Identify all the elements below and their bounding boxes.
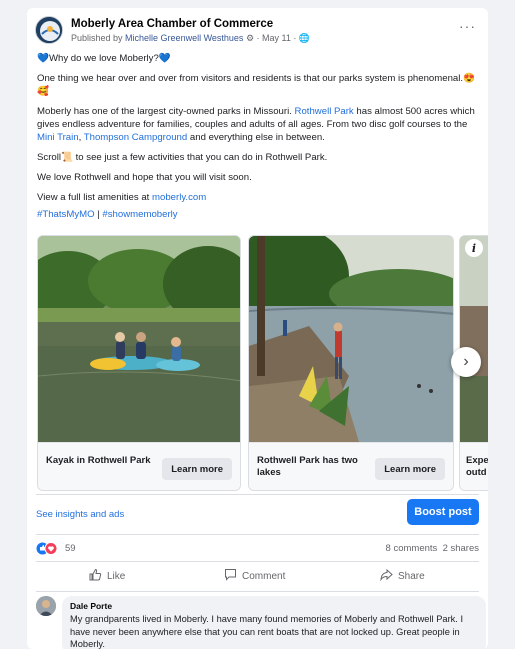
body-line-2: One thing we hear over and over from vis…	[37, 73, 476, 97]
carousel-next-button[interactable]: ›	[451, 347, 481, 377]
carousel-item-footer: Kayak in Rothwell Park Learn more	[38, 442, 240, 490]
comment-icon	[224, 568, 237, 584]
share-button[interactable]: Share	[380, 567, 425, 585]
author-link[interactable]: Michelle Greenwell Westhues	[125, 33, 243, 43]
carousel-item-footer: Expe outd	[460, 442, 488, 490]
carousel[interactable]: Kayak in Rothwell Park Learn more Rothwe…	[37, 235, 488, 493]
thompson-campground-link[interactable]: Thompson Campground	[84, 132, 187, 143]
body-paragraph-5: We love Rothwell and hope that you will …	[37, 172, 252, 183]
post-body: 💙Why do we love Moberly?💙 One thing we h…	[37, 52, 477, 228]
reaction-count[interactable]: 59	[65, 543, 76, 554]
commenter-name[interactable]: Dale Porte	[70, 601, 478, 611]
published-by-label: Published by	[71, 33, 126, 43]
carousel-item-title[interactable]: Expe outd	[466, 455, 488, 479]
insights-row: See insights and ads Boost post	[27, 496, 488, 536]
carousel-item-kayak[interactable]: Kayak in Rothwell Park Learn more	[37, 235, 241, 491]
like-button[interactable]: Like	[89, 567, 125, 585]
moberly-com-link[interactable]: moberly.com	[152, 192, 206, 203]
divider	[36, 591, 479, 592]
share-label: Share	[398, 570, 425, 582]
actions-row: Like Comment Share	[36, 565, 479, 587]
body-paragraph-6: View a full list amenities at moberly.co…	[37, 192, 207, 203]
partial-photo[interactable]	[460, 236, 488, 442]
comment-label: Comment	[242, 570, 286, 582]
mini-train-link[interactable]: Mini Train	[37, 132, 79, 143]
hashtag-thatsmymo[interactable]: #ThatsMyMO	[37, 209, 95, 220]
comment-bubble: Dale Porte My grandparents lived in Mobe…	[62, 596, 486, 649]
post-header: Moberly Area Chamber of Commerce Publish…	[35, 16, 480, 50]
page-avatar[interactable]	[35, 16, 63, 44]
like-label: Like	[107, 570, 126, 582]
commenter-avatar[interactable]	[36, 596, 56, 616]
divider	[36, 534, 479, 535]
learn-more-button[interactable]: Learn more	[162, 458, 232, 480]
blue-heart-icon: 💙	[37, 53, 49, 64]
carousel-item-lakes[interactable]: Rothwell Park has two lakes Learn more	[248, 235, 454, 491]
comment: Dale Porte My grandparents lived in Mobe…	[36, 596, 486, 649]
reactions-row: 59 8 comments 2 shares	[36, 541, 479, 557]
thumbs-up-icon	[89, 568, 102, 584]
divider	[36, 494, 479, 495]
divider	[36, 561, 479, 562]
post-date[interactable]: · May 11 ·	[254, 33, 299, 43]
comment-text: My grandparents lived in Moberly. I have…	[70, 614, 464, 649]
share-icon	[380, 568, 393, 584]
comment-button[interactable]: Comment	[224, 567, 285, 585]
comments-count[interactable]: 8 comments	[386, 543, 438, 554]
page-name[interactable]: Moberly Area Chamber of Commerce	[71, 18, 273, 30]
blue-heart-icon: 💙	[158, 53, 171, 64]
kayak-photo[interactable]	[38, 236, 240, 442]
body-paragraph-3: Moberly has one of the largest city-owne…	[37, 106, 475, 143]
carousel-item-title[interactable]: Kayak in Rothwell Park	[46, 455, 156, 467]
learn-more-button[interactable]: Learn more	[375, 458, 445, 480]
rothwell-park-link[interactable]: Rothwell Park	[295, 106, 354, 117]
carousel-item-title[interactable]: Rothwell Park has two lakes	[257, 455, 367, 479]
see-insights-link[interactable]: See insights and ads	[36, 509, 124, 520]
body-paragraph-4: Scroll📜 to see just a few activities tha…	[37, 152, 328, 163]
reaction-icons[interactable]	[36, 542, 58, 555]
globe-icon: 🌐	[298, 33, 311, 43]
more-options-icon[interactable]: ···	[459, 18, 476, 34]
gear-icon: ⚙	[245, 33, 255, 43]
info-icon[interactable]: i	[465, 239, 483, 257]
shares-count[interactable]: 2 shares	[443, 543, 479, 554]
post-meta: Published by Michelle Greenwell Westhues…	[71, 33, 310, 44]
hashtags: #ThatsMyMO | #showmemoberly	[37, 209, 178, 220]
boost-post-button[interactable]: Boost post	[407, 499, 479, 525]
scroll-emoji-icon: 📜	[61, 152, 73, 163]
post-card: Moberly Area Chamber of Commerce Publish…	[27, 8, 488, 649]
body-line-1: 💙Why do we love Moberly?💙	[37, 53, 171, 64]
carousel-item-footer: Rothwell Park has two lakes Learn more	[249, 442, 453, 490]
hashtag-showmemoberly[interactable]: #showmemoberly	[102, 209, 177, 220]
comment-share-counts: 8 comments 2 shares	[386, 543, 479, 554]
lake-photo[interactable]	[249, 236, 453, 442]
